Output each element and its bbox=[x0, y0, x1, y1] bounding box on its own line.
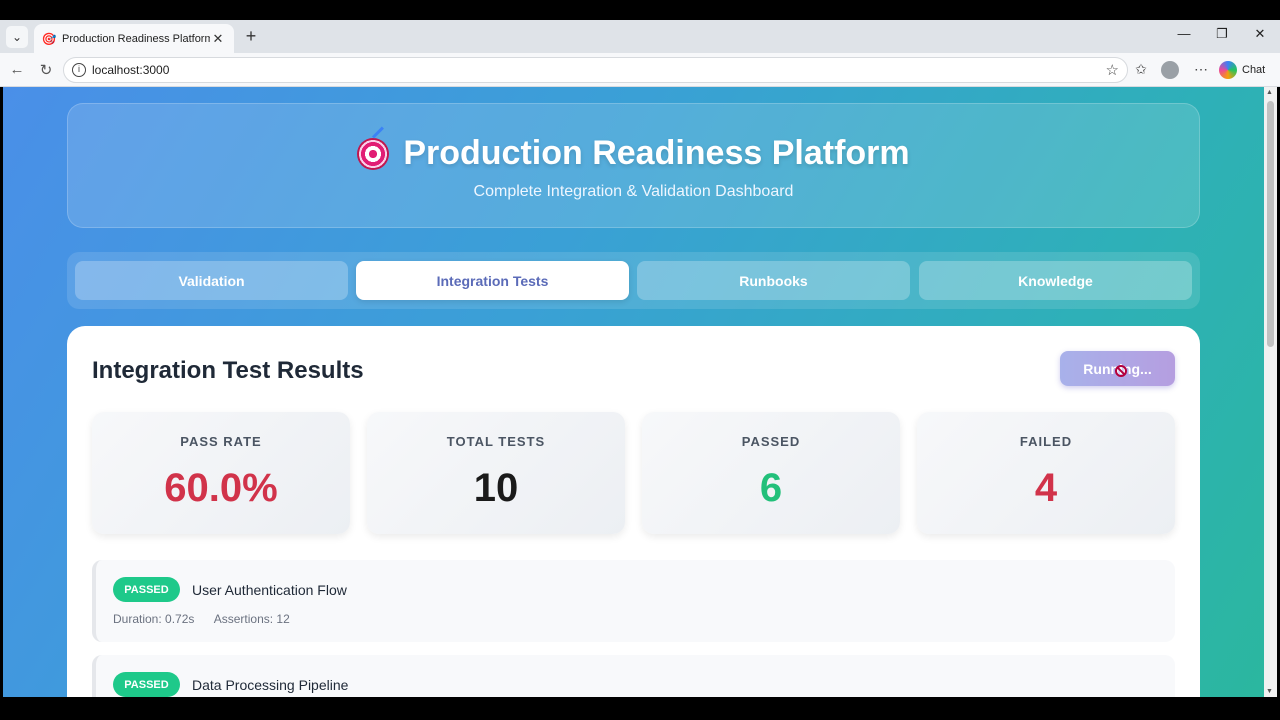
page-header: Production Readiness Platform Complete I… bbox=[67, 103, 1200, 228]
stat-total-tests: TOTAL TESTS 10 bbox=[367, 412, 625, 534]
new-tab-icon[interactable]: + bbox=[241, 26, 261, 47]
chat-label: Chat bbox=[1242, 64, 1266, 76]
page-scrollbar[interactable]: ▲ ▼ bbox=[1264, 87, 1277, 697]
screen: ⌄ 🎯 Production Readiness Platform ✕ + — … bbox=[0, 0, 1280, 720]
stat-passed: PASSED 6 bbox=[642, 412, 900, 534]
stat-label: TOTAL TESTS bbox=[446, 434, 546, 449]
stat-pass-rate: PASS RATE 60.0% bbox=[92, 412, 350, 534]
stat-label: PASS RATE bbox=[180, 434, 262, 449]
status-badge: PASSED bbox=[113, 577, 180, 602]
tab-integration-tests[interactable]: Integration Tests bbox=[356, 261, 629, 300]
test-name: User Authentication Flow bbox=[192, 582, 347, 598]
reload-icon[interactable]: ↻ bbox=[37, 61, 55, 79]
status-badge: PASSED bbox=[113, 672, 180, 697]
bookmark-star-icon[interactable]: ☆ bbox=[1106, 61, 1119, 79]
profile-avatar-icon[interactable] bbox=[1161, 61, 1179, 79]
page-title-row: Production Readiness Platform bbox=[68, 134, 1199, 173]
stat-value: 10 bbox=[473, 466, 519, 510]
page-subtitle: Complete Integration & Validation Dashbo… bbox=[473, 183, 794, 200]
browser-tab-title: Production Readiness Platform bbox=[62, 32, 210, 45]
target-icon bbox=[357, 137, 390, 170]
favicon-icon: 🎯 bbox=[41, 31, 57, 46]
results-panel: Integration Test Results Running... PASS… bbox=[67, 326, 1200, 697]
test-result-item: PASSED Data Processing Pipeline bbox=[92, 655, 1175, 697]
minimize-icon[interactable]: — bbox=[1174, 26, 1194, 41]
stat-value: 6 bbox=[759, 466, 783, 510]
url-text: localhost:3000 bbox=[92, 63, 170, 77]
copilot-icon bbox=[1219, 61, 1237, 79]
browser-tab-strip: ⌄ 🎯 Production Readiness Platform ✕ + — … bbox=[0, 20, 1280, 53]
restore-icon[interactable]: ❐ bbox=[1212, 26, 1232, 42]
browser-toolbar: ← ↻ i localhost:3000 ☆ ✩ ⋯ Chat bbox=[0, 53, 1280, 87]
scroll-up-icon[interactable]: ▲ bbox=[1266, 89, 1273, 96]
stat-label: PASSED bbox=[741, 434, 801, 449]
stat-value: 4 bbox=[1034, 466, 1058, 510]
close-tab-icon[interactable]: ✕ bbox=[210, 31, 226, 47]
stat-failed: FAILED 4 bbox=[917, 412, 1175, 534]
chat-button[interactable]: Chat bbox=[1219, 58, 1273, 82]
test-assertions: Assertions: 12 bbox=[213, 612, 290, 626]
test-result-item: PASSED User Authentication Flow Duration… bbox=[92, 560, 1175, 642]
section-tabs: Validation Integration Tests Runbooks Kn… bbox=[67, 252, 1200, 309]
site-info-icon[interactable]: i bbox=[72, 63, 86, 77]
address-bar[interactable]: i localhost:3000 ☆ bbox=[63, 57, 1128, 83]
scrollbar-thumb[interactable] bbox=[1267, 101, 1274, 347]
window-close-icon[interactable]: ✕ bbox=[1250, 26, 1270, 42]
page-viewport: Production Readiness Platform Complete I… bbox=[3, 87, 1264, 697]
tab-list-chevron-icon[interactable]: ⌄ bbox=[6, 26, 28, 48]
not-allowed-cursor-icon bbox=[1115, 365, 1127, 377]
tab-runbooks[interactable]: Runbooks bbox=[637, 261, 910, 300]
scroll-down-icon[interactable]: ▼ bbox=[1266, 688, 1273, 695]
browser-tab[interactable]: 🎯 Production Readiness Platform ✕ bbox=[34, 24, 234, 53]
tab-validation[interactable]: Validation bbox=[75, 261, 348, 300]
stat-label: FAILED bbox=[1019, 434, 1073, 449]
results-title: Integration Test Results bbox=[92, 357, 364, 384]
back-icon[interactable]: ← bbox=[8, 61, 26, 78]
test-name: Data Processing Pipeline bbox=[192, 677, 349, 693]
tab-knowledge[interactable]: Knowledge bbox=[919, 261, 1192, 300]
test-meta: Duration: 0.72s Assertions: 12 bbox=[113, 612, 290, 626]
more-menu-icon[interactable]: ⋯ bbox=[1191, 61, 1211, 78]
test-duration: Duration: 0.72s bbox=[113, 612, 195, 626]
page-title: Production Readiness Platform bbox=[403, 134, 910, 172]
favorites-icon[interactable]: ✩ bbox=[1131, 61, 1151, 78]
stat-value: 60.0% bbox=[164, 466, 278, 510]
